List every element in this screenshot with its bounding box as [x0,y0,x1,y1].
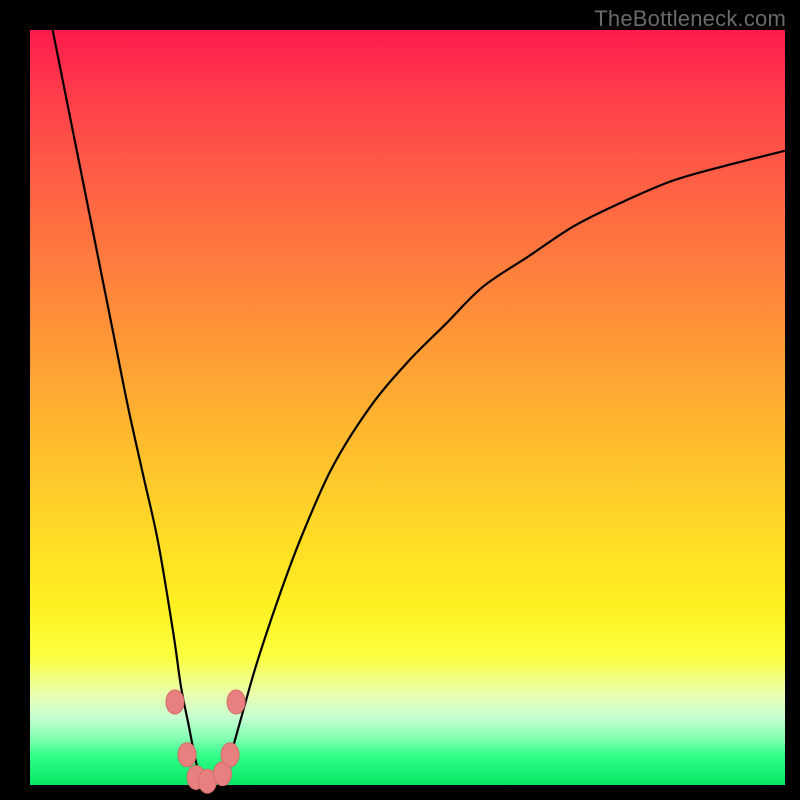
chart-frame: TheBottleneck.com [0,0,800,800]
watermark-text: TheBottleneck.com [594,6,786,32]
marker-layer [166,690,245,793]
curve-marker [221,743,239,767]
bottleneck-curve [53,30,785,787]
plot-area [30,30,785,785]
curve-marker [178,743,196,767]
curve-marker [227,690,245,714]
curve-layer [30,30,785,785]
curve-marker [166,690,184,714]
